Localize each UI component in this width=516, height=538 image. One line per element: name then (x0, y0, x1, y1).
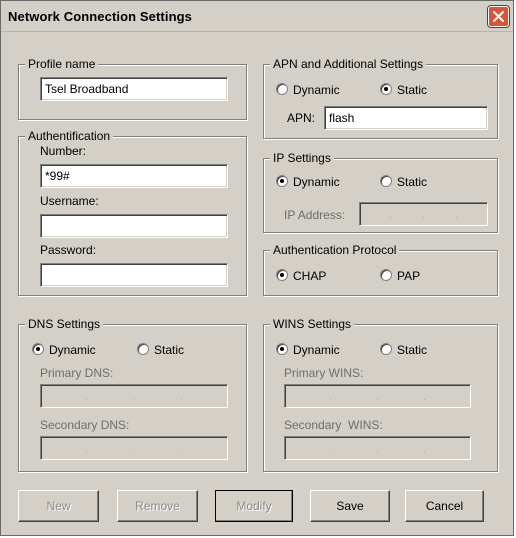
new-button[interactable]: New (18, 490, 99, 522)
wins-dynamic-label[interactable]: Dynamic (293, 343, 340, 357)
primary-wins-input: ... (284, 384, 471, 408)
username-label: Username: (40, 194, 99, 208)
authentication-protocol-legend: Authentication Protocol (270, 243, 400, 257)
modify-button[interactable]: Modify (215, 490, 293, 522)
profile-name-input[interactable]: Tsel Broadband (40, 77, 228, 101)
window-title: Network Connection Settings (8, 9, 192, 24)
primary-dns-input: ... (40, 384, 228, 408)
ip-separators: ... (329, 445, 426, 454)
secondary-dns-label: Secondary DNS: (40, 418, 130, 432)
title-bar[interactable]: Network Connection Settings (1, 1, 513, 32)
password-label: Password: (40, 243, 97, 257)
apn-static-label[interactable]: Static (397, 83, 427, 97)
close-button[interactable] (488, 6, 509, 27)
wins-settings-legend: WINS Settings (270, 317, 355, 331)
dns-static-radio[interactable] (137, 343, 149, 355)
remove-button[interactable]: Remove (117, 490, 198, 522)
ip-separators: ... (389, 211, 458, 220)
ip-dynamic-radio[interactable] (276, 175, 288, 187)
number-input[interactable]: *99# (40, 164, 228, 188)
ip-address-input: ... (359, 202, 488, 226)
ip-separators: ... (329, 393, 426, 402)
dns-dynamic-label[interactable]: Dynamic (49, 343, 96, 357)
ip-separators: ... (85, 393, 183, 402)
apn-label: APN: (287, 111, 316, 125)
authentification-legend: Authentification (25, 129, 114, 143)
secondary-wins-label: Secondary WINS: (284, 418, 383, 432)
apn-input[interactable]: flash (324, 106, 488, 130)
ip-static-radio[interactable] (380, 175, 392, 187)
wins-dynamic-radio[interactable] (276, 343, 288, 355)
number-label: Number: (40, 144, 87, 158)
primary-wins-label: Primary WINS: (284, 366, 364, 380)
apn-static-radio[interactable] (380, 83, 392, 95)
ip-separators: ... (85, 445, 183, 454)
close-icon (493, 11, 504, 22)
ip-address-label: IP Address: (284, 208, 346, 222)
save-button[interactable]: Save (310, 490, 390, 522)
dns-settings-legend: DNS Settings (25, 317, 104, 331)
wins-static-label[interactable]: Static (397, 343, 427, 357)
dns-dynamic-radio[interactable] (32, 343, 44, 355)
chap-label[interactable]: CHAP (293, 269, 326, 283)
cancel-button[interactable]: Cancel (405, 490, 484, 522)
ip-settings-legend: IP Settings (270, 151, 334, 165)
pap-radio[interactable] (380, 269, 392, 281)
apn-dynamic-label[interactable]: Dynamic (293, 83, 340, 97)
primary-dns-label: Primary DNS: (40, 366, 114, 380)
apn-dynamic-radio[interactable] (276, 83, 288, 95)
apn-settings-legend: APN and Additional Settings (270, 57, 427, 71)
dns-static-label[interactable]: Static (154, 343, 184, 357)
wins-static-radio[interactable] (380, 343, 392, 355)
password-input[interactable] (40, 263, 228, 287)
profile-name-legend: Profile name (25, 57, 99, 71)
ip-static-label[interactable]: Static (397, 175, 427, 189)
secondary-wins-input: ... (284, 436, 471, 460)
ip-dynamic-label[interactable]: Dynamic (293, 175, 340, 189)
chap-radio[interactable] (276, 269, 288, 281)
username-input[interactable] (40, 214, 228, 238)
pap-label[interactable]: PAP (397, 269, 420, 283)
network-connection-settings-dialog: Network Connection Settings Profile name… (0, 0, 514, 536)
secondary-dns-input: ... (40, 436, 228, 460)
